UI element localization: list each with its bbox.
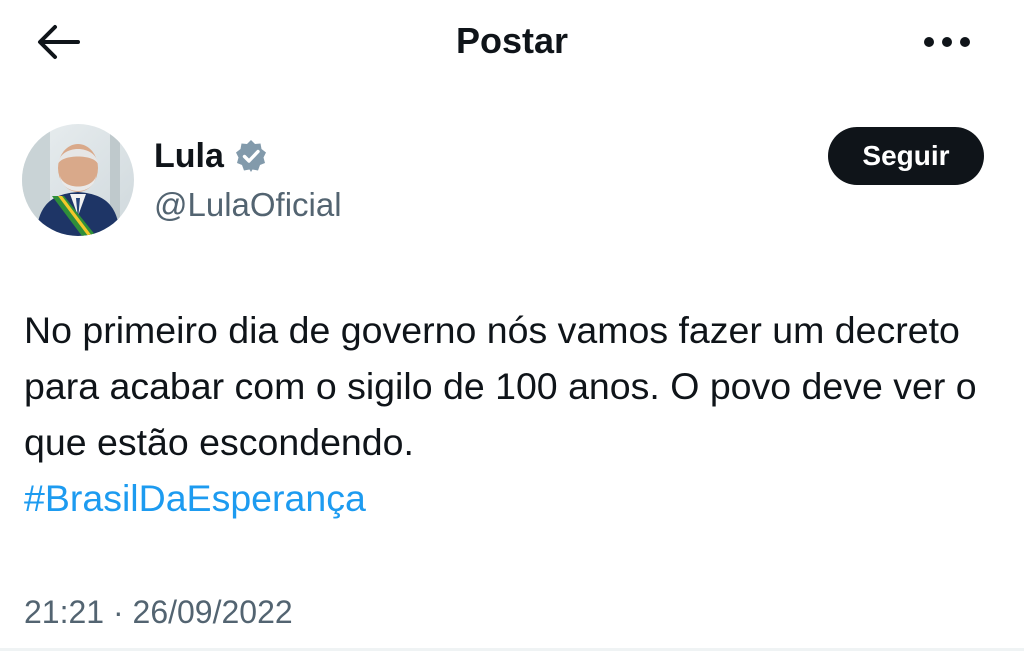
author-name[interactable]: Lula	[154, 134, 224, 178]
hashtag-link[interactable]: #BrasilDaEsperança	[24, 477, 366, 519]
post-page: Postar Lula @LulaOficial Seguir No prime…	[0, 0, 1024, 651]
timestamp-separator: ·	[112, 594, 124, 630]
verified-badge-icon	[235, 140, 266, 172]
follow-button[interactable]: Seguir	[828, 127, 984, 185]
back-button[interactable]	[32, 20, 84, 64]
more-horizontal-icon	[924, 37, 970, 47]
post-body: No primeiro dia de governo nós vamos faz…	[24, 302, 1004, 526]
post-date[interactable]: 26/09/2022	[133, 594, 293, 630]
more-options-button[interactable]	[918, 20, 976, 64]
top-bar: Postar	[0, 0, 1024, 84]
arrow-left-icon	[38, 25, 80, 59]
author-name-row: Lula	[154, 134, 268, 178]
author-handle[interactable]: @LulaOficial	[154, 184, 342, 226]
page-title: Postar	[455, 20, 569, 61]
post-timestamp: 21:21 · 26/09/2022	[24, 590, 293, 634]
post-text: No primeiro dia de governo nós vamos faz…	[24, 309, 977, 463]
post-time[interactable]: 21:21	[24, 594, 104, 630]
avatar[interactable]	[22, 124, 134, 236]
avatar-photo	[22, 124, 134, 236]
